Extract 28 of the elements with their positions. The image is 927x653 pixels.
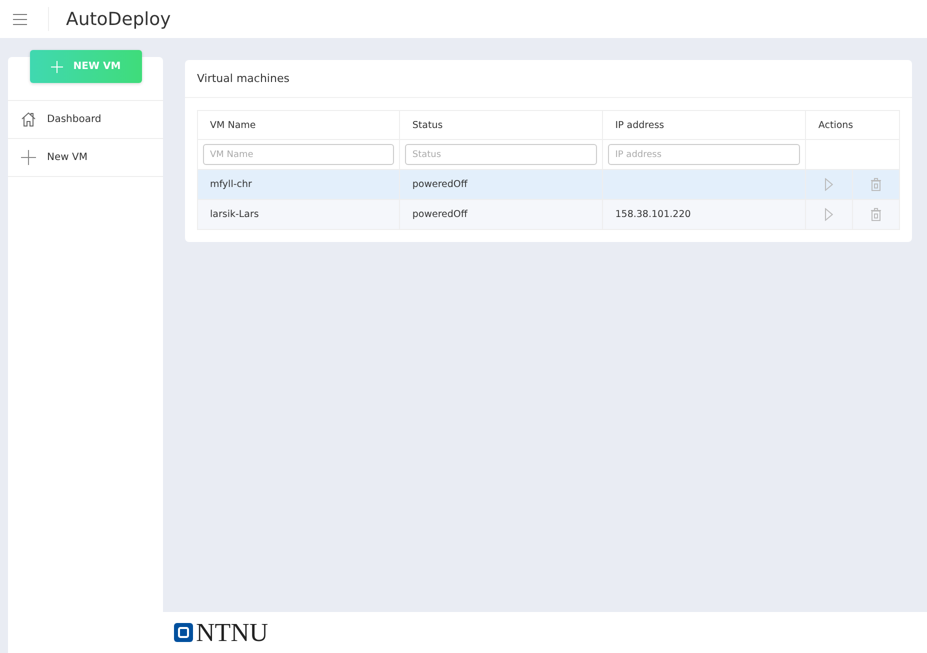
vm-name: larsik-Lars xyxy=(210,209,259,220)
vm-status: poweredOff xyxy=(412,179,468,190)
ip-address: 158.38.101.220 xyxy=(615,209,691,220)
menu-icon[interactable] xyxy=(13,14,27,24)
logo-icon xyxy=(174,623,193,642)
sidebar-item[interactable]: Dashboard xyxy=(8,101,163,139)
app-title: AutoDeploy xyxy=(66,8,171,30)
filter-field[interactable]: Status xyxy=(405,144,598,165)
column-header: VM Name xyxy=(198,110,400,140)
column-header: IP address xyxy=(602,110,806,140)
vm-name: mfyll-chr xyxy=(210,179,252,190)
play-icon[interactable] xyxy=(825,178,834,191)
column-header: Actions xyxy=(806,110,900,140)
table-row[interactable]: larsik-Lars poweredOff 158.38.101.220 xyxy=(198,200,900,230)
table-row[interactable]: mfyll-chr poweredOff xyxy=(198,170,900,200)
filter-field[interactable]: VM Name xyxy=(203,144,394,165)
logo-text: NTNU xyxy=(196,618,268,648)
filter-field[interactable]: IP address xyxy=(608,144,800,165)
plus-icon xyxy=(51,60,64,72)
plus-icon xyxy=(21,150,36,165)
trash-icon[interactable] xyxy=(871,178,882,191)
column-header: Status xyxy=(400,110,603,140)
trash-icon[interactable] xyxy=(871,208,882,221)
card-title: Virtual machines xyxy=(185,60,912,98)
home-icon xyxy=(21,112,36,127)
vm-status: poweredOff xyxy=(412,209,468,220)
play-icon[interactable] xyxy=(825,208,834,221)
sidebar-item[interactable]: New VM xyxy=(8,139,163,177)
